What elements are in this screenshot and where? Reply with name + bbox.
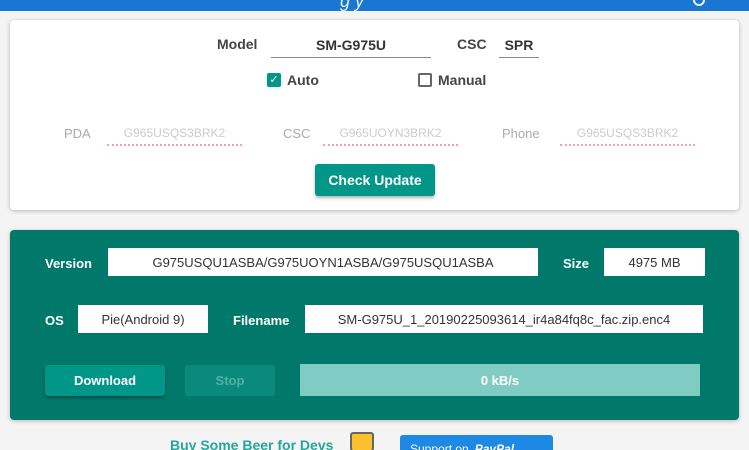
manual-label: Manual (438, 72, 487, 88)
download-speed: 0 kB/s (480, 372, 520, 388)
manual-checkbox[interactable]: Manual (418, 72, 486, 88)
version-field[interactable]: G975USQU1ASBA/G975UOYN1ASBA/G975USQU1ASB… (108, 248, 538, 276)
paypal-logo-icon: PayPal (474, 442, 515, 450)
paypal-support-button[interactable]: Support on PayPal (400, 435, 553, 450)
download-button[interactable]: Download (45, 365, 165, 396)
checkbox-checked-icon: ✓ (267, 73, 281, 87)
beer-mug-icon (350, 432, 374, 450)
os-field[interactable]: Pie(Android 9) (78, 305, 208, 333)
firmware-csc-label: CSC (283, 126, 311, 141)
phone-label: Phone (502, 126, 540, 141)
size-label: Size (563, 256, 590, 271)
phone-input[interactable]: G965USQS3BRK2 (560, 126, 695, 146)
top-bar: g y (0, 0, 749, 11)
model-input[interactable]: SM-G975U (271, 37, 431, 58)
os-label: OS (45, 313, 64, 328)
csc-input[interactable]: SPR (499, 37, 539, 58)
stop-button: Stop (185, 365, 275, 396)
csc-label: CSC (457, 36, 487, 52)
size-field[interactable]: 4975 MB (604, 248, 705, 276)
auto-label: Auto (287, 72, 319, 88)
model-label: Model (217, 36, 258, 52)
query-card: Model SM-G975U CSC SPR ✓ Auto Manual PDA… (10, 20, 739, 210)
filename-field[interactable]: SM-G975U_1_20190225093614_ir4a84fq8c_fac… (305, 305, 703, 333)
buy-beer-link[interactable]: Buy Some Beer for Devs (170, 437, 333, 450)
filename-label: Filename (233, 313, 290, 328)
auto-checkbox[interactable]: ✓ Auto (267, 72, 319, 88)
paypal-support-text: Support on (410, 442, 469, 450)
download-card: Version G975USQU1ASBA/G975UOYN1ASBA/G975… (10, 230, 739, 420)
app-title-fragment: g y (340, 0, 365, 11)
search-icon[interactable] (693, 0, 705, 6)
firmware-csc-input[interactable]: G965UOYN3BRK2 (323, 126, 458, 146)
checkbox-unchecked-icon (418, 73, 432, 87)
pda-input[interactable]: G965USQS3BRK2 (107, 126, 242, 146)
version-label: Version (45, 256, 92, 271)
pda-label: PDA (64, 126, 91, 141)
download-progress-bar: 0 kB/s (300, 364, 700, 396)
check-update-button[interactable]: Check Update (315, 164, 435, 196)
